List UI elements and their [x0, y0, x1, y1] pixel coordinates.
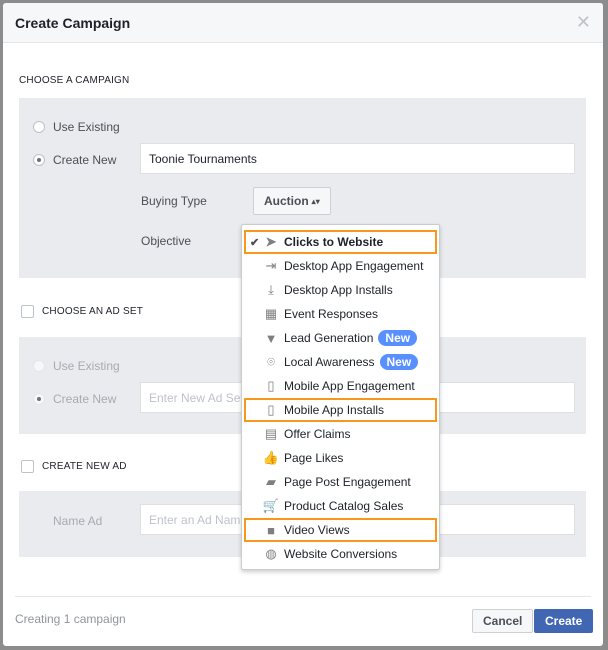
cancel-button[interactable]: Cancel [472, 609, 534, 633]
create-new-ad-set-radio[interactable]: Create New [33, 392, 116, 406]
dialog-header: Create Campaign ✕ [3, 3, 603, 43]
ad-section-label: CREATE NEW AD [42, 461, 127, 472]
sort-arrows-icon: ▴▾ [311, 196, 320, 206]
option-label: Mobile App Engagement [284, 379, 415, 393]
dialog-title: Create Campaign [15, 14, 131, 31]
option-label: Local Awareness [284, 355, 375, 369]
radio-icon [33, 121, 45, 133]
cart-icon: 🛒 [262, 498, 280, 513]
campaign-name-input[interactable]: Toonie Tournaments [140, 143, 575, 174]
calendar-icon: ▦ [264, 306, 278, 321]
mobile-install-icon: ▯ [267, 402, 275, 417]
objective-label: Objective [141, 234, 192, 248]
desktop-engagement-icon: ⇥ [265, 258, 277, 273]
radio-label: Create New [53, 153, 117, 167]
checkbox-icon [21, 460, 34, 473]
use-existing-ad-set-radio[interactable]: Use Existing [33, 359, 120, 373]
desktop-install-icon: ⤓ [268, 282, 274, 297]
objective-option[interactable]: ▯ Mobile App Installs [244, 398, 437, 422]
objective-option[interactable]: ■ Video Views [244, 518, 437, 542]
objective-option[interactable]: ▼ Lead Generation New [242, 326, 439, 350]
ad-set-section-label: CHOOSE AN AD SET [42, 306, 144, 317]
mobile-engagement-icon: ▯ [267, 378, 275, 393]
buying-type-value: Auction [264, 194, 309, 208]
radio-icon [33, 393, 45, 405]
comments-icon: ▰ [266, 474, 276, 489]
option-label: Event Responses [284, 307, 379, 321]
new-badge: New [378, 330, 418, 346]
option-label: Video Views [284, 523, 350, 537]
option-label: Page Post Engagement [284, 475, 411, 489]
globe-icon: ◍ [265, 546, 277, 561]
funnel-icon: ▼ [264, 330, 278, 346]
objective-dropdown-menu: ✔ ➤ Clicks to Website ⇥ Desktop App Engageme… [241, 224, 440, 570]
close-icon[interactable]: ✕ [576, 12, 591, 33]
cursor-icon: ➤ [265, 234, 277, 249]
radio-icon [33, 360, 45, 372]
video-camera-icon: ■ [267, 522, 275, 538]
objective-option[interactable]: ▤ Offer Claims [242, 422, 439, 446]
objective-option[interactable]: 🛒 Product Catalog Sales [242, 494, 439, 518]
map-pin-icon: ⌾ [267, 354, 275, 369]
checkbox-icon [21, 305, 34, 318]
option-label: Website Conversions [284, 547, 398, 561]
campaign-section-label: CHOOSE A CAMPAIGN [19, 75, 130, 86]
objective-option[interactable]: ⇥ Desktop App Engagement [242, 254, 439, 278]
objective-option[interactable]: ✔ ➤ Clicks to Website [244, 230, 437, 254]
thumbs-up-icon: 👍 [262, 450, 280, 465]
objective-option[interactable]: ▯ Mobile App Engagement [242, 374, 439, 398]
radio-label: Use Existing [53, 120, 120, 134]
footer-status: Creating 1 campaign [15, 612, 126, 626]
objective-option[interactable]: ⌾ Local Awareness New [242, 350, 439, 374]
buying-type-dropdown[interactable]: Auction ▴▾ [253, 187, 331, 215]
footer-divider [15, 596, 591, 597]
create-new-campaign-radio[interactable]: Create New [33, 153, 116, 167]
objective-option[interactable]: ▰ Page Post Engagement [242, 470, 439, 494]
checkmark-icon: ✔ [250, 236, 260, 249]
create-new-ad-checkbox[interactable]: CREATE NEW AD [21, 460, 127, 473]
name-ad-label: Name Ad [53, 514, 103, 528]
radio-icon [33, 154, 45, 166]
option-label: Offer Claims [284, 427, 351, 441]
use-existing-campaign-radio[interactable]: Use Existing [33, 120, 120, 134]
option-label: Page Likes [284, 451, 344, 465]
objective-option[interactable]: ▦ Event Responses [242, 302, 439, 326]
radio-label: Use Existing [53, 359, 120, 373]
objective-option[interactable]: ⤓ Desktop App Installs [242, 278, 439, 302]
store-icon: ▤ [264, 426, 278, 441]
create-button[interactable]: Create [534, 609, 594, 633]
option-label: Mobile App Installs [284, 403, 385, 417]
objective-option[interactable]: 👍 Page Likes [242, 446, 439, 470]
option-label: Lead Generation [284, 331, 374, 345]
option-label: Clicks to Website [284, 235, 384, 249]
option-label: Product Catalog Sales [284, 499, 404, 513]
option-label: Desktop App Installs [284, 283, 393, 297]
choose-ad-set-checkbox[interactable]: CHOOSE AN AD SET [21, 305, 143, 318]
objective-option[interactable]: ◍ Website Conversions [242, 542, 439, 566]
option-label: Desktop App Engagement [284, 259, 424, 273]
radio-label: Create New [53, 392, 117, 406]
buying-type-label: Buying Type [141, 194, 207, 208]
new-badge: New [379, 354, 419, 370]
